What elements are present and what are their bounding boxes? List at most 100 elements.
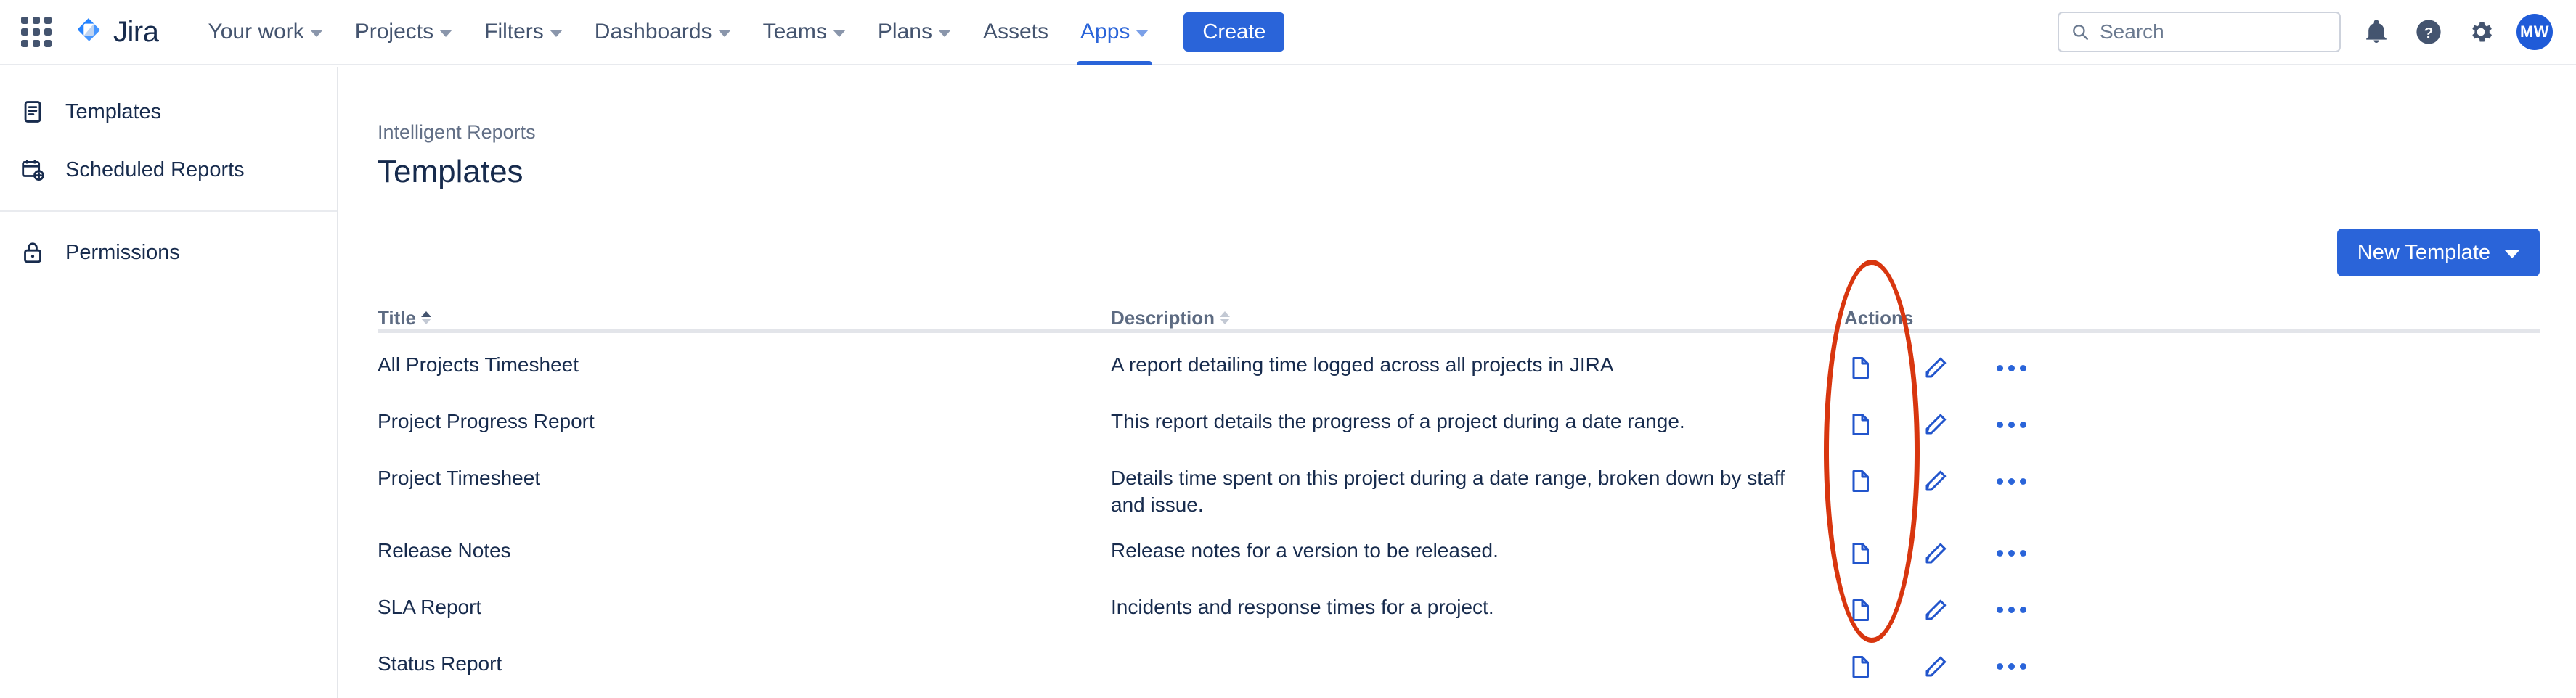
- column-header-description[interactable]: Description: [1111, 307, 1844, 329]
- nav-item-label: Teams: [763, 20, 827, 44]
- column-header-label: Description: [1111, 307, 1215, 329]
- edit-pencil-icon[interactable]: [1920, 408, 1952, 440]
- cell-description: This report details the progress of a pr…: [1111, 408, 1844, 435]
- search-box[interactable]: [2058, 12, 2341, 52]
- notifications-bell-icon[interactable]: [2360, 15, 2393, 49]
- jira-wordmark: Jira: [113, 16, 158, 49]
- table-row[interactable]: Release Notes Release notes for a versio…: [378, 519, 2540, 575]
- search-input[interactable]: [2100, 20, 2328, 44]
- cell-title: All Projects Timesheet: [378, 352, 1111, 379]
- run-report-icon[interactable]: [1844, 651, 1876, 683]
- nav-item-projects[interactable]: Projects: [339, 0, 468, 65]
- chevron-down-icon: [310, 30, 323, 37]
- more-actions-icon[interactable]: [1995, 538, 2027, 570]
- column-header-title[interactable]: Title: [378, 307, 1111, 329]
- nav-item-dashboards[interactable]: Dashboards: [579, 0, 747, 65]
- main-content: Intelligent Reports Templates New Templa…: [340, 67, 2576, 698]
- nav-item-label: Dashboards: [595, 20, 712, 44]
- create-button[interactable]: Create: [1183, 12, 1284, 52]
- run-report-icon[interactable]: [1844, 594, 1876, 626]
- nav-item-assets[interactable]: Assets: [967, 0, 1064, 65]
- page-title: Templates: [378, 154, 523, 190]
- edit-pencil-icon[interactable]: [1920, 538, 1952, 570]
- chevron-down-icon: [718, 30, 731, 37]
- sidebar-item-templates[interactable]: Templates: [0, 83, 337, 141]
- nav-item-filters[interactable]: Filters: [468, 0, 579, 65]
- chevron-down-icon: [1136, 30, 1149, 37]
- sidebar-item-label: Permissions: [65, 241, 180, 265]
- cell-title: Project Timesheet: [378, 465, 1111, 492]
- cell-title: Status Report: [378, 651, 1111, 678]
- nav-item-label: Projects: [355, 20, 433, 44]
- sort-ascending-icon[interactable]: [421, 311, 431, 324]
- chevron-down-icon: [938, 30, 951, 37]
- run-report-icon[interactable]: [1844, 352, 1876, 384]
- nav-item-label: Assets: [983, 20, 1048, 44]
- sidebar-divider: [0, 210, 337, 212]
- cell-description: Incidents and response times for a proje…: [1111, 594, 1844, 621]
- table-row[interactable]: Project Progress Report This report deta…: [378, 390, 2540, 446]
- more-actions-icon[interactable]: [1995, 408, 2027, 440]
- app-sidebar: Templates Scheduled Reports: [0, 67, 338, 698]
- nav-item-label: Filters: [484, 20, 544, 44]
- cell-actions: [1844, 538, 2149, 570]
- edit-pencil-icon[interactable]: [1920, 594, 1952, 626]
- nav-left-group: Jira Your work Projects Filters Dashboar…: [0, 0, 1284, 65]
- breadcrumb[interactable]: Intelligent Reports: [378, 121, 536, 144]
- sidebar-item-permissions[interactable]: Permissions: [0, 223, 337, 282]
- sidebar-item-label: Templates: [65, 100, 161, 124]
- table-row[interactable]: All Projects Timesheet A report detailin…: [378, 333, 2540, 390]
- run-report-icon[interactable]: [1844, 408, 1876, 440]
- search-icon: [2071, 22, 2090, 41]
- cell-title: Release Notes: [378, 538, 1111, 564]
- column-header-label: Actions: [1844, 307, 1913, 329]
- more-actions-icon[interactable]: [1995, 651, 2027, 683]
- nav-item-label: Apps: [1080, 20, 1130, 44]
- nav-item-your-work[interactable]: Your work: [192, 0, 338, 65]
- table-row[interactable]: Project Timesheet Details time spent on …: [378, 446, 2540, 519]
- svg-text:?: ?: [2424, 25, 2434, 41]
- jira-logo-icon: [73, 16, 105, 48]
- cell-actions: [1844, 408, 2149, 440]
- nav-item-teams[interactable]: Teams: [747, 0, 862, 65]
- app-switcher-icon[interactable]: [16, 12, 57, 52]
- nav-right-group: ? MW: [2058, 0, 2576, 65]
- sidebar-item-scheduled-reports[interactable]: Scheduled Reports: [0, 141, 337, 199]
- table-row[interactable]: Status Report: [378, 632, 2540, 689]
- run-report-icon[interactable]: [1844, 465, 1876, 497]
- table-header-row: Title Description Actions: [378, 292, 2540, 329]
- chevron-down-icon: [550, 30, 563, 37]
- more-actions-icon[interactable]: [1995, 352, 2027, 384]
- lock-icon: [19, 239, 46, 266]
- new-template-button-label: New Template: [2357, 241, 2490, 265]
- primary-nav-items: Your work Projects Filters Dashboards Te…: [192, 0, 1165, 65]
- more-actions-icon[interactable]: [1995, 594, 2027, 626]
- cell-description: A report detailing time logged across al…: [1111, 352, 1844, 379]
- edit-pencil-icon[interactable]: [1920, 352, 1952, 384]
- cell-actions: [1844, 352, 2149, 384]
- settings-gear-icon[interactable]: [2464, 15, 2498, 49]
- templates-table: Title Description Actions All Projects T…: [378, 292, 2540, 698]
- cell-actions: [1844, 594, 2149, 626]
- help-icon[interactable]: ?: [2412, 15, 2445, 49]
- more-actions-icon[interactable]: [1995, 465, 2027, 497]
- column-header-label: Title: [378, 307, 416, 329]
- table-row[interactable]: SLA Report Incidents and response times …: [378, 575, 2540, 632]
- edit-pencil-icon[interactable]: [1920, 651, 1952, 683]
- chevron-down-icon: [2505, 250, 2519, 258]
- user-avatar[interactable]: MW: [2516, 14, 2553, 50]
- sort-toggle-icon[interactable]: [1220, 311, 1230, 324]
- run-report-icon[interactable]: [1844, 538, 1876, 570]
- jira-home-link[interactable]: Jira: [73, 16, 158, 49]
- nav-item-label: Plans: [878, 20, 932, 44]
- cell-description: Details time spent on this project durin…: [1111, 465, 1844, 519]
- nav-item-plans[interactable]: Plans: [862, 0, 967, 65]
- nav-item-apps[interactable]: Apps: [1064, 0, 1165, 65]
- new-template-button[interactable]: New Template: [2337, 229, 2540, 276]
- cell-actions: [1844, 465, 2149, 497]
- chevron-down-icon: [439, 30, 452, 37]
- sidebar-item-label: Scheduled Reports: [65, 158, 245, 182]
- cell-title: Project Progress Report: [378, 408, 1111, 435]
- edit-pencil-icon[interactable]: [1920, 465, 1952, 497]
- nav-item-label: Your work: [208, 20, 303, 44]
